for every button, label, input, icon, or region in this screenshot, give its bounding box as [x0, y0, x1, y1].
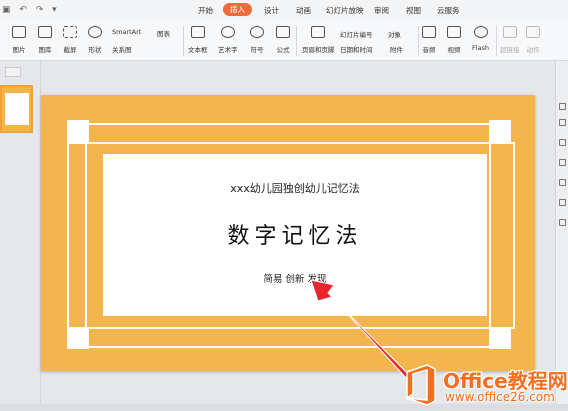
watermark: Office教程网 www.office26.com — [403, 364, 568, 410]
watermark-url: www.office26.com — [445, 390, 555, 404]
office-logo-icon — [406, 364, 436, 406]
annotation-arrow — [310, 279, 411, 381]
